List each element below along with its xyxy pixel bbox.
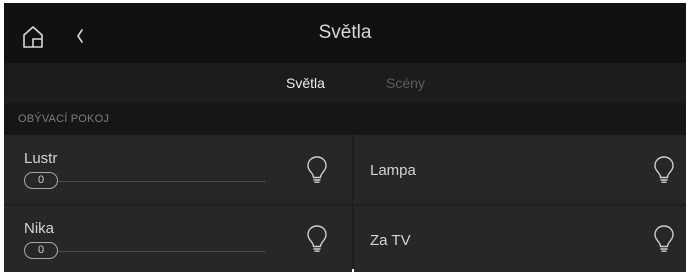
tab-lights[interactable]: Světla (286, 63, 325, 103)
light-tile-lustr[interactable]: Lustr 0 (4, 135, 352, 204)
top-bar: Světla (4, 3, 686, 63)
chevron-left-icon[interactable] (75, 28, 85, 44)
app-window: Světla Světla Scény OBÝVACÍ POKOJ Lustr … (0, 0, 690, 272)
dimmer-slider-track[interactable] (28, 181, 266, 182)
dimmer-slider-handle[interactable]: 0 (24, 172, 58, 189)
tab-scenes[interactable]: Scény (386, 63, 425, 103)
dimmer-slider-handle[interactable]: 0 (24, 242, 58, 259)
tab-bar: Světla Scény (4, 63, 686, 103)
lightbulb-icon[interactable] (653, 224, 675, 252)
lightbulb-icon[interactable] (306, 155, 328, 183)
light-name: Lustr (24, 150, 58, 167)
light-tile-lampa[interactable]: Lampa (354, 135, 686, 204)
lightbulb-icon[interactable] (653, 155, 675, 183)
page-title: Světla (318, 22, 372, 43)
light-tile-nika[interactable]: Nika 0 (4, 206, 352, 272)
dimmer-slider-track[interactable] (28, 251, 266, 252)
home-icon[interactable] (22, 25, 44, 49)
light-name: Lampa (370, 162, 416, 179)
light-tile-za-tv[interactable]: Za TV (354, 206, 686, 272)
light-name: Za TV (370, 232, 411, 249)
room-section-header: OBÝVACÍ POKOJ (4, 103, 686, 135)
lightbulb-icon[interactable] (306, 224, 328, 252)
light-name: Nika (24, 220, 55, 237)
